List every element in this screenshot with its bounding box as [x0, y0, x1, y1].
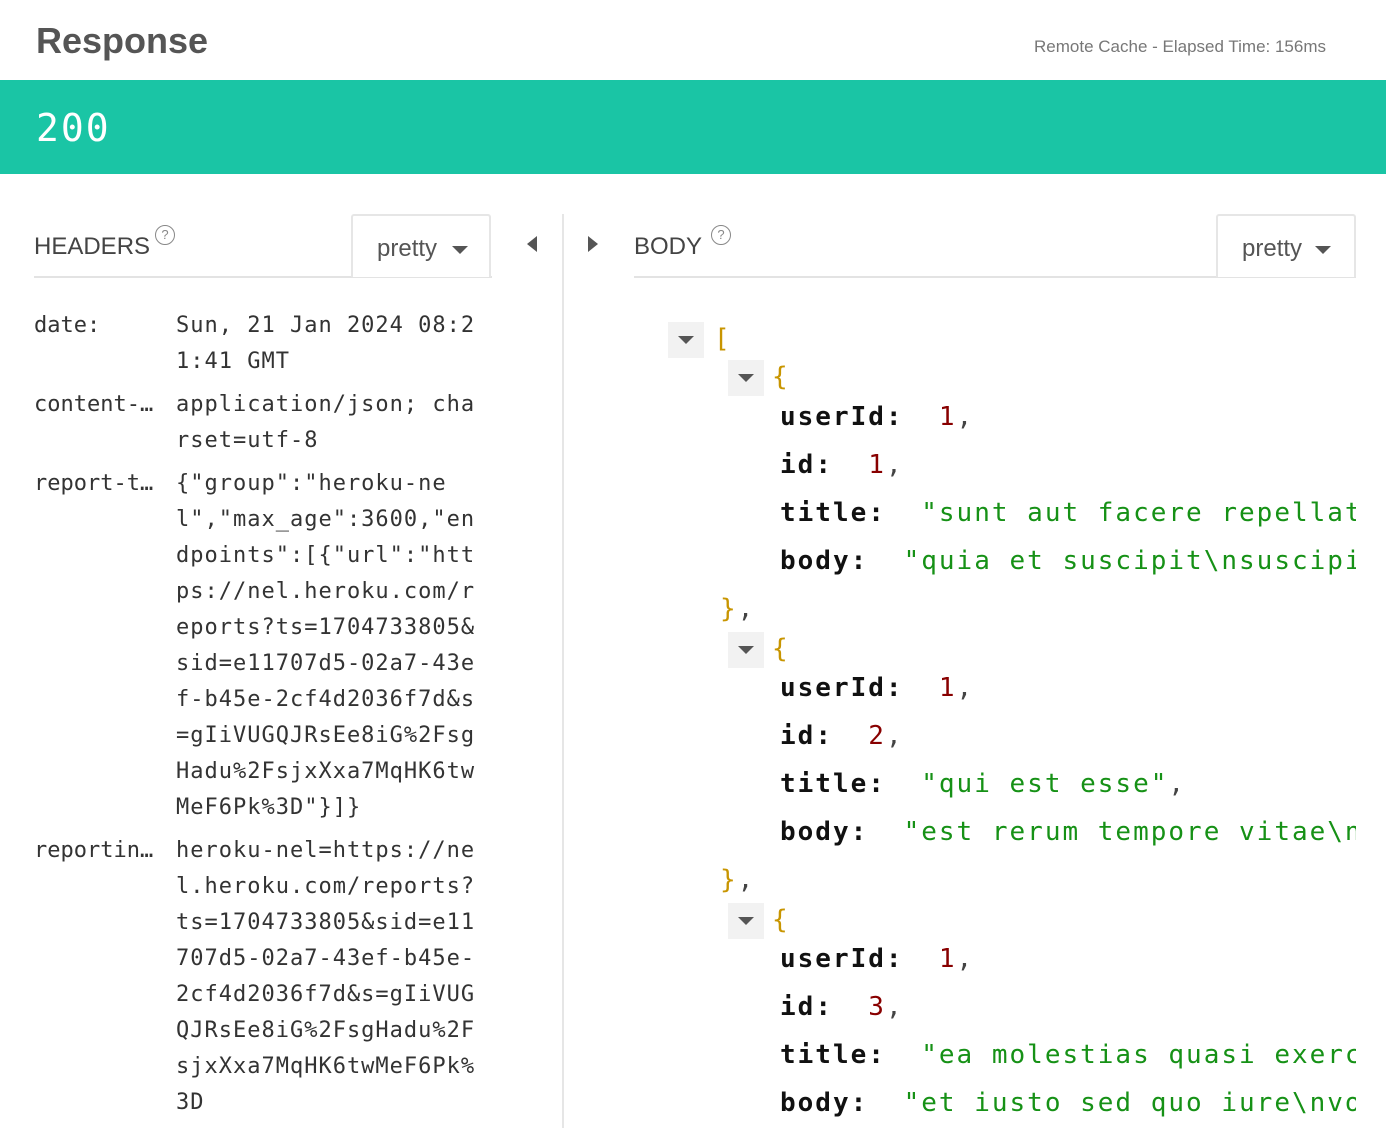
json-key: title — [780, 769, 869, 799]
header-key: date: — [34, 313, 101, 338]
expand-right-arrow-icon[interactable] — [588, 236, 598, 252]
headers-format-dropdown[interactable]: pretty — [351, 214, 491, 277]
json-body-view: [ { userId: 1, id: 1, title: "sunt aut f… — [634, 300, 1356, 1128]
header-value: {"group":"heroku-nel","max_age":3600,"en… — [176, 471, 476, 820]
json-string: "qui est esse" — [921, 769, 1169, 799]
json-line: body: "est rerum tempore vitae\nsequi si… — [780, 817, 1356, 847]
json-line: body: "et iusto sed quo iure\nvoluptatem — [780, 1088, 1356, 1118]
headers-list: date: Sun, 21 Jan 2024 08:21:41 GMT cont… — [34, 308, 484, 1128]
json-line: title: "sunt aut facere repellat provide… — [780, 498, 1356, 528]
json-key: userId — [780, 673, 886, 703]
status-bar: 200 — [0, 80, 1386, 174]
json-close-brace: } — [720, 594, 738, 624]
json-key: id — [780, 992, 816, 1022]
json-line: userId: 1, — [780, 402, 975, 432]
json-line: id: 1, — [780, 450, 904, 480]
header-key: reportin… — [34, 838, 154, 863]
collapse-left-arrow-icon[interactable] — [527, 236, 537, 252]
json-string: "quia et suscipit\nsuscipit recusandae — [903, 546, 1356, 576]
elapsed-time-info: Remote Cache - Elapsed Time: 156ms — [1034, 37, 1326, 56]
chevron-down-icon — [452, 246, 468, 254]
response-header: Response Remote Cache - Elapsed Time: 15… — [0, 0, 1386, 80]
json-line: userId: 1, — [780, 673, 975, 703]
header-value: heroku-nel=https://nel.heroku.com/report… — [176, 838, 476, 1115]
header-row: date: Sun, 21 Jan 2024 08:21:41 GMT — [34, 308, 484, 380]
json-line: id: 2, — [780, 721, 904, 751]
json-number: 1 — [938, 944, 957, 974]
json-line: userId: 1, — [780, 944, 975, 974]
json-string: "est rerum tempore vitae\nsequi sint — [903, 817, 1356, 847]
collapse-toggle-icon[interactable] — [728, 903, 764, 939]
body-help-icon[interactable]: ? — [711, 225, 731, 245]
json-open-brace: { — [772, 634, 790, 664]
json-number: 1 — [938, 402, 957, 432]
json-number: 3 — [868, 992, 886, 1022]
body-format-label: pretty — [1242, 235, 1303, 262]
body-title: BODY — [634, 233, 703, 260]
response-title: Response — [36, 20, 209, 61]
json-string: "sunt aut facere repellat provident — [921, 498, 1356, 528]
json-key: userId — [780, 402, 886, 432]
header-value: Sun, 21 Jan 2024 08:21:41 GMT — [176, 313, 476, 374]
json-open-bracket: [ — [714, 324, 732, 354]
json-key: id — [780, 450, 816, 480]
header-key: content-… — [34, 392, 154, 417]
json-close-brace: } — [720, 865, 738, 895]
collapse-toggle-icon[interactable] — [728, 360, 764, 396]
json-line: id: 3, — [780, 992, 904, 1022]
collapse-toggle-icon[interactable] — [728, 632, 764, 668]
json-line: title: "ea molestias quasi exercitatione… — [780, 1040, 1356, 1070]
body-format-dropdown[interactable]: pretty — [1216, 214, 1356, 277]
header-row: content-… application/json; charset=utf-… — [34, 387, 484, 459]
json-number: 1 — [938, 673, 957, 703]
json-open-brace: { — [772, 905, 790, 935]
json-key: title — [780, 498, 869, 528]
chevron-down-icon — [1315, 246, 1331, 254]
json-number: 1 — [868, 450, 886, 480]
json-number: 2 — [868, 721, 886, 751]
json-key: body — [780, 1088, 851, 1118]
json-line: body: "quia et suscipit\nsuscipit recusa… — [780, 546, 1356, 576]
json-line: title: "qui est esse", — [780, 769, 1187, 799]
header-row: report-t… {"group":"heroku-nel","max_age… — [34, 466, 484, 826]
json-key: body — [780, 546, 851, 576]
json-open-brace: { — [772, 362, 790, 392]
headers-title: HEADERS — [34, 233, 151, 260]
json-string: "ea molestias quasi exercitationem — [921, 1040, 1356, 1070]
collapse-toggle-icon[interactable] — [668, 322, 704, 358]
json-string: "et iusto sed quo iure\nvoluptatem — [903, 1088, 1356, 1118]
json-key: id — [780, 721, 816, 751]
header-value: application/json; charset=utf-8 — [176, 392, 476, 453]
json-key: body — [780, 817, 851, 847]
json-key: title — [780, 1040, 869, 1070]
panel-divider[interactable] — [562, 214, 564, 1128]
status-code: 200 — [36, 106, 111, 150]
json-key: userId — [780, 944, 886, 974]
header-row: reportin… heroku-nel=https://nel.heroku.… — [34, 833, 484, 1121]
headers-format-label: pretty — [377, 235, 438, 262]
header-key: report-t… — [34, 471, 154, 496]
headers-help-icon[interactable]: ? — [155, 225, 175, 245]
